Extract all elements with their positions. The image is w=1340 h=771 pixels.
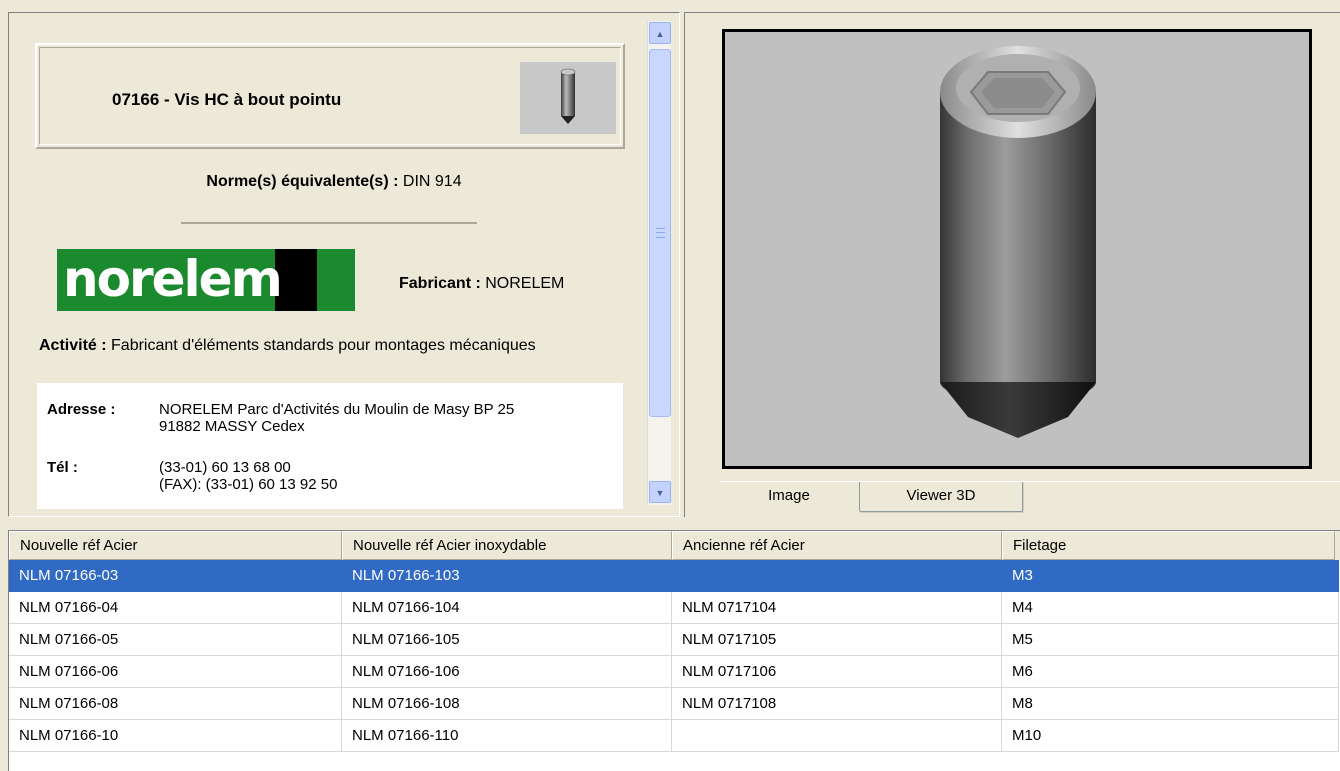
tel-label: Tél : [47, 459, 78, 476]
fabricant-line: Fabricant : NORELEM [399, 275, 564, 293]
table-cell[interactable]: NLM 07166-05 [9, 624, 342, 656]
viewer-tabs: Image Viewer 3D [719, 481, 1340, 517]
table-row[interactable]: NLM 07166-10 NLM 07166-110 M10 [9, 720, 1339, 752]
manufacturer-logo: norelem [57, 249, 355, 311]
table-row[interactable]: NLM 07166-03 NLM 07166-103 M3 [9, 560, 1339, 592]
table-cell[interactable]: M3 [1002, 560, 1339, 592]
table-cell[interactable]: NLM 07166-104 [342, 592, 672, 624]
table-row[interactable]: NLM 07166-08 NLM 07166-108 NLM 0717108 M8 [9, 688, 1339, 720]
address-row: Adresse : NORELEM Parc d'Activités du Mo… [47, 401, 514, 435]
table-cell[interactable]: NLM 0717104 [672, 592, 1002, 624]
table-cell[interactable]: NLM 07166-10 [9, 720, 342, 752]
table-cell[interactable]: M5 [1002, 624, 1339, 656]
table-cell[interactable]: NLM 07166-106 [342, 656, 672, 688]
product-title: 07166 - Vis HC à bout pointu [112, 90, 342, 109]
activite-label: Activité : [39, 337, 107, 354]
chevron-up-icon: ▲ [655, 29, 665, 39]
column-header-nouvelle-ref-inox[interactable]: Nouvelle réf Acier inoxydable [342, 531, 672, 560]
adresse-line-1: NORELEM Parc d'Activités du Moulin de Ma… [159, 401, 515, 418]
divider [181, 222, 477, 224]
activite-value: Fabricant d'éléments standards pour mont… [111, 337, 536, 354]
tel-row: Tél : (33-01) 60 13 68 00 (FAX): (33-01)… [47, 459, 337, 493]
screw-render [940, 46, 1096, 438]
preview-panel: Image Viewer 3D [684, 12, 1340, 517]
activite-line: Activité : Fabricant d'éléments standard… [39, 337, 536, 355]
table-row[interactable]: NLM 07166-04 NLM 07166-104 NLM 0717104 M4 [9, 592, 1339, 624]
column-header-ancienne-ref-acier[interactable]: Ancienne réf Acier [672, 531, 1002, 560]
table-cell[interactable]: NLM 07166-108 [342, 688, 672, 720]
table-cell[interactable]: M4 [1002, 592, 1339, 624]
table-row[interactable]: NLM 07166-06 NLM 07166-106 NLM 0717106 M6 [9, 656, 1339, 688]
fabricant-value: NORELEM [485, 275, 565, 292]
grip-icon [656, 228, 665, 238]
table-cell[interactable] [672, 560, 1002, 592]
table-row[interactable]: NLM 07166-05 NLM 07166-105 NLM 0717105 M5 [9, 624, 1339, 656]
address-box: Adresse : NORELEM Parc d'Activités du Mo… [37, 383, 623, 509]
logo-text: norelem [63, 250, 283, 308]
table-cell[interactable] [672, 720, 1002, 752]
table-header: Nouvelle réf Acier Nouvelle réf Acier in… [9, 531, 1340, 560]
chevron-down-icon: ▼ [655, 488, 665, 498]
table-cell[interactable]: M8 [1002, 688, 1339, 720]
adresse-line-2: 91882 MASSY Cedex [159, 418, 305, 435]
norme-line: Norme(s) équivalente(s) : DIN 914 [9, 173, 659, 191]
product-title-box: 07166 - Vis HC à bout pointu [35, 43, 625, 149]
fabricant-label: Fabricant : [399, 275, 481, 292]
table-cell[interactable]: NLM 07166-04 [9, 592, 342, 624]
tel-line-1: (33-01) 60 13 68 00 [159, 459, 291, 476]
table-cell[interactable]: NLM 07166-08 [9, 688, 342, 720]
product-info-panel: 07166 - Vis HC à bout pointu Norme(s) éq… [8, 12, 680, 517]
table-cell[interactable]: M10 [1002, 720, 1339, 752]
tel-line-2: (FAX): (33-01) 60 13 92 50 [159, 476, 338, 493]
product-thumbnail [520, 62, 616, 134]
table-cell[interactable]: NLM 07166-03 [9, 560, 342, 592]
column-header-filetage[interactable]: Filetage [1002, 531, 1335, 560]
scroll-up-button[interactable]: ▲ [649, 22, 671, 44]
table-cell[interactable]: NLM 07166-110 [342, 720, 672, 752]
norme-label: Norme(s) équivalente(s) : [206, 173, 399, 190]
product-image-viewer[interactable] [722, 29, 1312, 469]
scroll-down-button[interactable]: ▼ [649, 481, 671, 503]
tab-image[interactable]: Image [719, 482, 859, 512]
reference-table: Nouvelle réf Acier Nouvelle réf Acier in… [8, 530, 1340, 771]
scroll-thumb[interactable] [649, 49, 671, 417]
table-cell[interactable]: NLM 07166-103 [342, 560, 672, 592]
app-window: 07166 - Vis HC à bout pointu Norme(s) éq… [0, 0, 1340, 771]
adresse-label: Adresse : [47, 401, 116, 418]
table-cell[interactable]: NLM 07166-06 [9, 656, 342, 688]
table-cell[interactable]: NLM 0717105 [672, 624, 1002, 656]
tab-viewer-3d[interactable]: Viewer 3D [859, 482, 1023, 512]
column-header-nouvelle-ref-acier[interactable]: Nouvelle réf Acier [9, 531, 342, 560]
norme-value: DIN 914 [402, 173, 462, 190]
table-cell[interactable]: NLM 07166-105 [342, 624, 672, 656]
table-cell[interactable]: NLM 0717106 [672, 656, 1002, 688]
table-cell[interactable]: NLM 0717108 [672, 688, 1002, 720]
table-cell[interactable]: M6 [1002, 656, 1339, 688]
vertical-scrollbar[interactable]: ▲ ▼ [647, 21, 671, 505]
